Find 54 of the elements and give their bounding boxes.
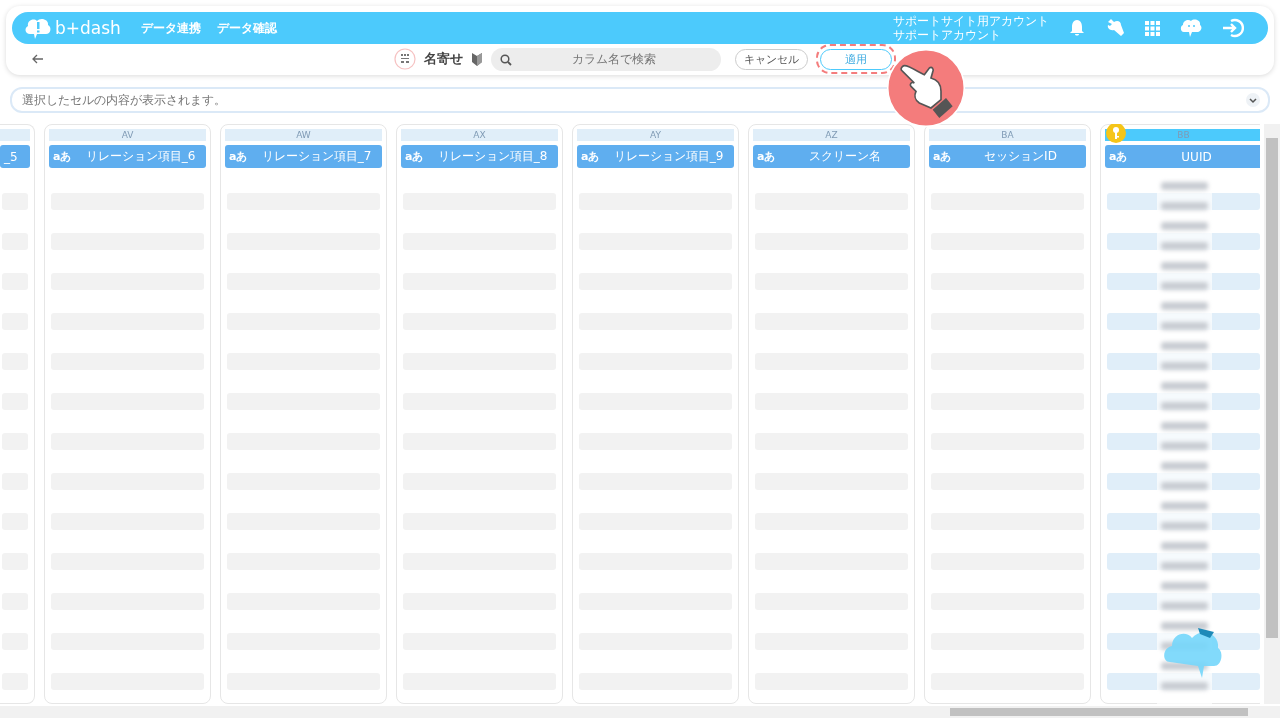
- logo-text[interactable]: b+dash: [55, 18, 121, 38]
- column-name: スクリーン名: [807, 148, 882, 165]
- type-label: aあ: [1109, 149, 1129, 164]
- cancel-button[interactable]: キャンセル: [735, 48, 808, 70]
- column-header[interactable]: aあ リレーション項目_9: [577, 145, 734, 168]
- account-name: サポートアカウント: [893, 28, 1002, 42]
- bell-icon[interactable]: [1069, 19, 1085, 37]
- beginner-mark-icon: [471, 51, 483, 67]
- chevron-down-icon[interactable]: [1246, 93, 1260, 107]
- wrench-icon[interactable]: [1105, 18, 1125, 38]
- type-label: aあ: [405, 149, 425, 164]
- column-header[interactable]: _5: [0, 145, 30, 168]
- column-letter[interactable]: AX: [401, 129, 558, 141]
- column-header[interactable]: aあ スクリーン名: [753, 145, 910, 168]
- cloud-logo-icon: [24, 16, 52, 40]
- horizontal-scrollbar[interactable]: [0, 706, 1280, 718]
- vertical-scrollbar[interactable]: [1264, 124, 1280, 704]
- column-name: リレーション項目_6: [84, 148, 197, 165]
- column-letter[interactable]: AV: [49, 129, 206, 141]
- merge-icon: [394, 48, 416, 70]
- apply-button[interactable]: 適用: [820, 49, 892, 70]
- column-header[interactable]: aあ リレーション項目_8: [401, 145, 558, 168]
- back-arrow-icon[interactable]: [32, 54, 44, 64]
- column-name: _5: [4, 149, 19, 164]
- nav-link[interactable]: データ連携: [140, 19, 201, 37]
- column-name: UUID: [1180, 149, 1213, 164]
- column-header[interactable]: aあ リレーション項目_7: [225, 145, 382, 168]
- column-header[interactable]: aあ リレーション項目_6: [49, 145, 206, 168]
- column-letter[interactable]: AY: [577, 129, 734, 141]
- mascot-icon[interactable]: [1180, 18, 1202, 38]
- page-title: 名寄せ: [424, 50, 463, 68]
- key-icon: [1106, 124, 1126, 143]
- search-icon: [500, 53, 512, 66]
- cell-content-field[interactable]: 選択したセルの内容が表示されます。: [10, 87, 1270, 113]
- column-name: リレーション項目_8: [436, 148, 549, 165]
- type-label: aあ: [229, 149, 249, 164]
- column-name: リレーション項目_9: [612, 148, 725, 165]
- column-letter[interactable]: AW: [225, 129, 382, 141]
- type-label: aあ: [757, 149, 777, 164]
- column-header[interactable]: aあ UUID: [1105, 145, 1260, 168]
- type-label: aあ: [53, 149, 73, 164]
- column-name: リレーション項目_7: [260, 148, 373, 165]
- type-label: aあ: [581, 149, 601, 164]
- type-label: aあ: [933, 149, 953, 164]
- nav-link[interactable]: データ確認: [216, 19, 277, 37]
- column-header[interactable]: aあ セッションID: [929, 145, 1086, 168]
- column-name: セッションID: [983, 148, 1058, 165]
- column-letter[interactable]: AZ: [753, 129, 910, 141]
- logout-icon[interactable]: [1222, 18, 1244, 38]
- column-letter[interactable]: BA: [929, 129, 1086, 141]
- apps-grid-icon[interactable]: [1145, 20, 1160, 36]
- search-field[interactable]: カラム名で検索: [491, 47, 721, 71]
- account-name: サポートサイト用アカウント: [893, 14, 1049, 28]
- column-letter[interactable]: [0, 129, 30, 141]
